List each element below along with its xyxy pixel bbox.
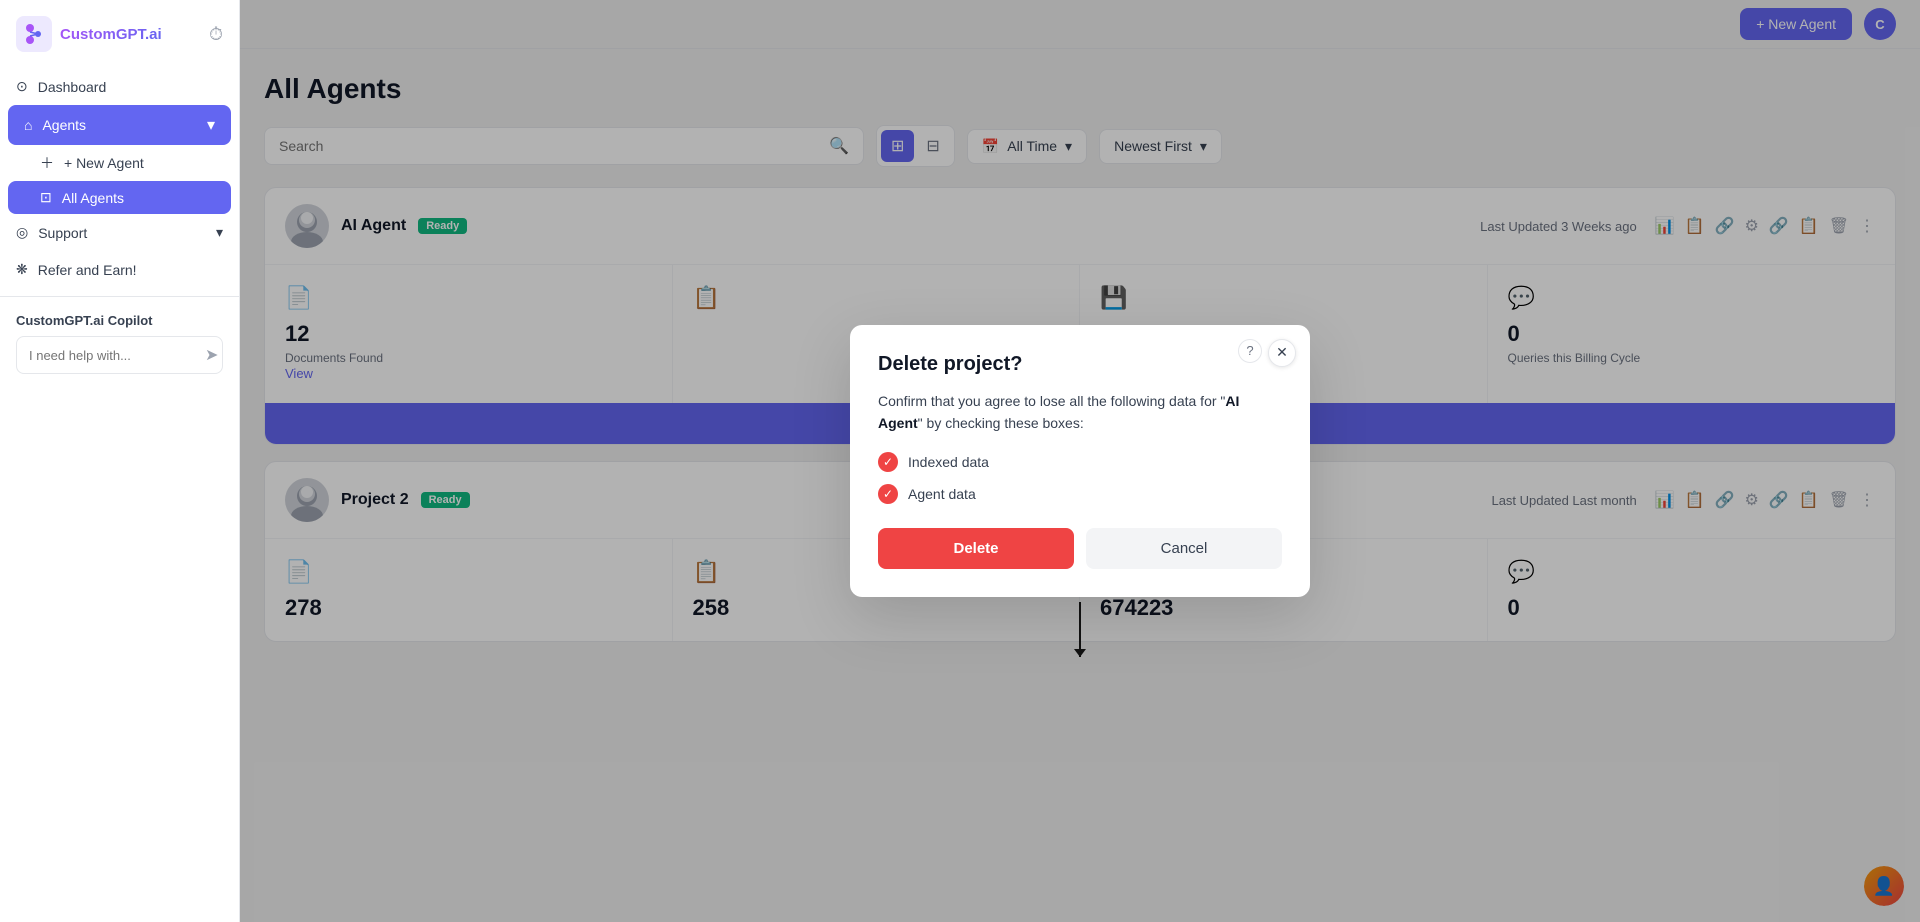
modal-overlay[interactable]: ✕ ? Delete project? Confirm that you agr… [240,0,1920,922]
chevron-down-icon: ▾ [207,115,215,135]
sidebar-logo: CustomGPT.ai ⏱ [0,16,239,68]
copilot-section: CustomGPT.ai Copilot ➤ [0,305,239,382]
logo-left: CustomGPT.ai [16,16,162,52]
support-icon: ◎ [16,224,28,241]
sidebar-item-all-agents[interactable]: ⊡ All Agents [8,181,231,214]
sidebar-item-new-agent[interactable]: ＋ + New Agent [0,145,239,181]
sidebar-item-support[interactable]: ◎ Support ▾ [0,214,239,251]
main-area: + New Agent C All Agents 🔍 ⊞ ⊟ 📅 All Tim… [240,0,1920,922]
all-agents-label: All Agents [62,190,124,206]
delete-button[interactable]: Delete [878,528,1074,569]
copilot-input-wrap: ➤ [16,336,223,374]
sidebar-item-agents[interactable]: ⌂ Agents ▾ [8,105,231,145]
modal-actions: Delete Cancel [878,528,1282,569]
support-chevron-icon: ▾ [216,224,223,241]
sidebar: CustomGPT.ai ⏱ ⊙ Dashboard ⌂ Agents ▾ ＋ … [0,0,240,922]
new-agent-label: + New Agent [64,155,144,171]
sidebar-item-label: Dashboard [38,79,107,95]
modal-help-button[interactable]: ? [1238,339,1262,363]
modal-title: Delete project? [878,353,1282,376]
refer-label: Refer and Earn! [38,262,137,278]
agents-icon: ⌂ [24,117,32,133]
cancel-button[interactable]: Cancel [1086,528,1282,569]
modal-arrow [1079,602,1081,657]
delete-modal: ✕ ? Delete project? Confirm that you agr… [850,325,1310,598]
copilot-label: CustomGPT.ai Copilot [16,313,223,328]
support-left: ◎ Support [16,224,87,241]
logo-text: CustomGPT.ai [60,26,162,43]
sidebar-item-dashboard[interactable]: ⊙ Dashboard [0,68,239,105]
send-icon[interactable]: ➤ [205,345,218,365]
modal-agent-name: AI Agent [878,393,1239,431]
sidebar-divider [0,296,239,297]
modal-close-button[interactable]: ✕ [1268,339,1296,367]
plus-icon: ＋ [40,153,54,173]
checkbox-label-indexed: Indexed data [908,454,989,470]
support-label: Support [38,225,87,241]
checkbox-indexed: ✓ Indexed data [878,452,1282,472]
checkbox-checked-indexed[interactable]: ✓ [878,452,898,472]
agents-label: Agents [42,117,86,133]
dashboard-icon: ⊙ [16,78,28,95]
checkbox-label-agent-data: Agent data [908,486,976,502]
logo-icon [16,16,52,52]
agents-label-left: ⌂ Agents [24,117,86,133]
sidebar-item-refer[interactable]: ❋ Refer and Earn! [0,251,239,288]
modal-description: Confirm that you agree to lose all the f… [878,390,1282,435]
checkbox-agent-data: ✓ Agent data [878,484,1282,504]
clock-icon[interactable]: ⏱ [209,24,223,45]
copilot-input[interactable] [29,348,205,363]
all-agents-icon: ⊡ [40,189,52,206]
refer-icon: ❋ [16,261,28,278]
checkbox-checked-agent-data[interactable]: ✓ [878,484,898,504]
